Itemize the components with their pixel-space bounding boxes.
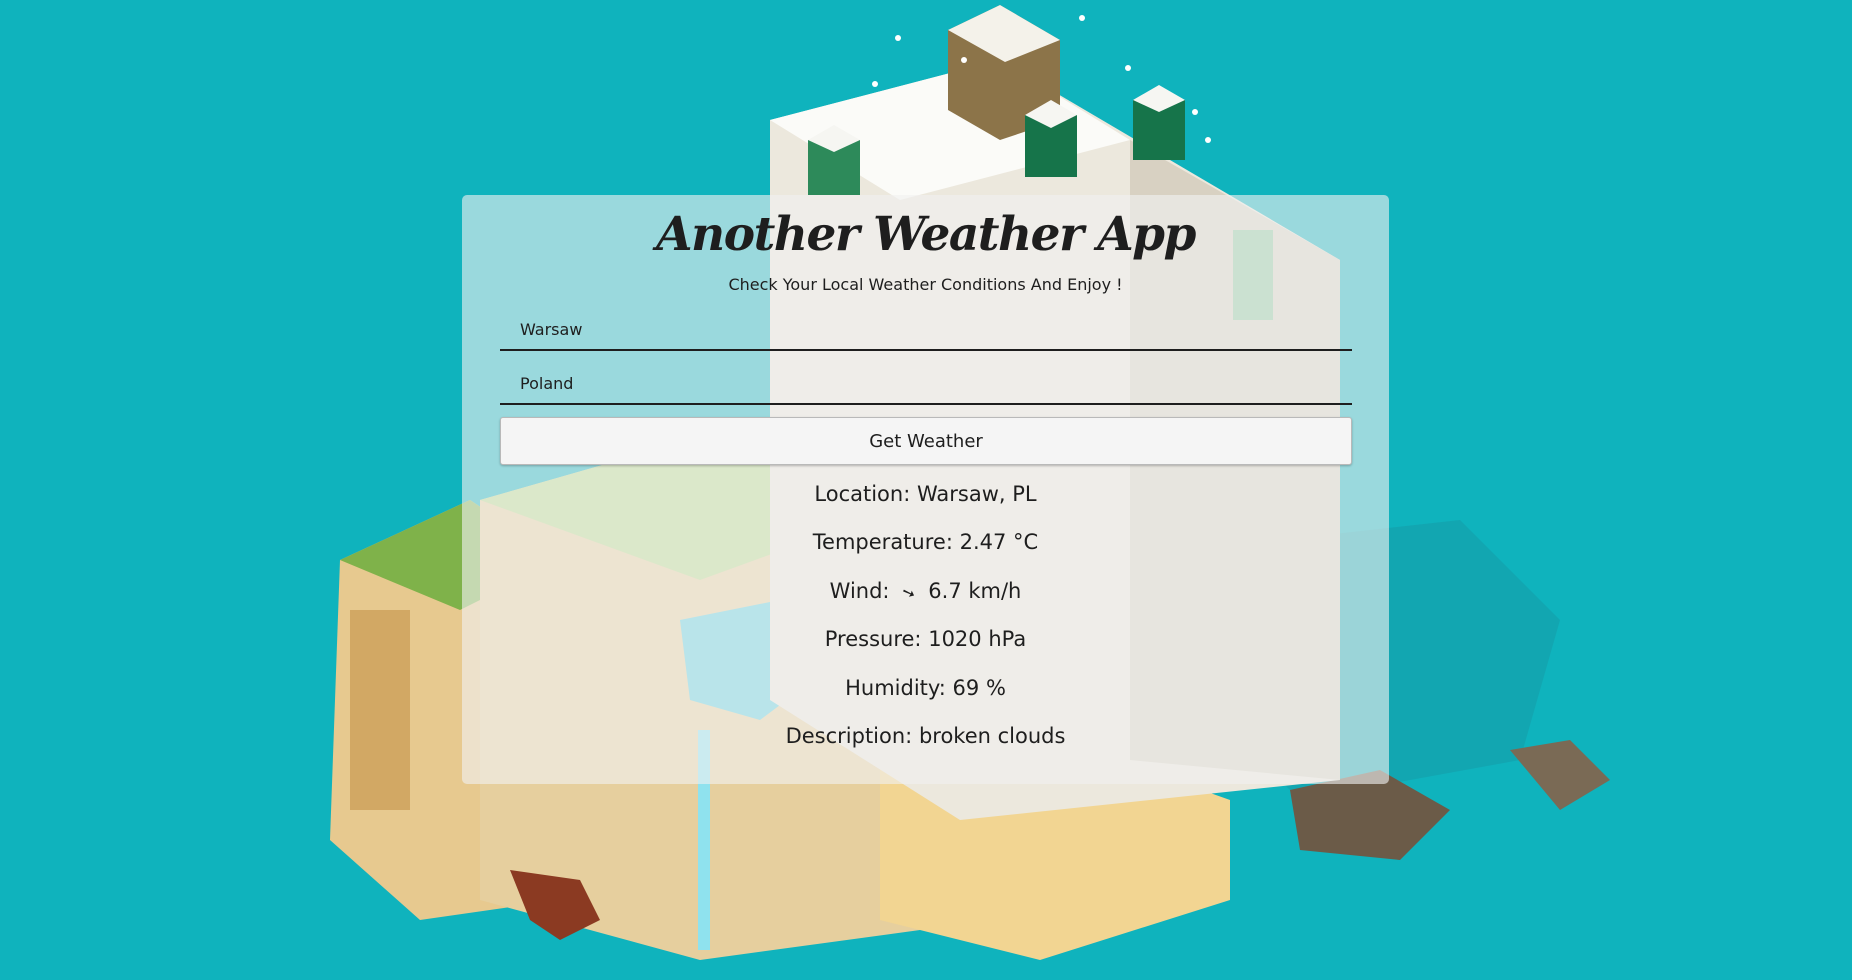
pressure-value: 1020 hPa: [928, 627, 1027, 652]
weather-results: Location: Warsaw, PL Temperature: 2.47 °…: [462, 480, 1389, 770]
city-input[interactable]: [500, 309, 1352, 351]
wind-value: 6.7 km/h: [928, 578, 1022, 603]
location-label: Location:: [814, 482, 911, 506]
wind-direction-arrow-icon: ➘: [899, 581, 919, 604]
description-label: Description:: [785, 723, 913, 748]
app-title: Another Weather App: [656, 207, 1196, 262]
get-weather-button[interactable]: Get Weather: [500, 417, 1352, 465]
app-subtitle: Check Your Local Weather Conditions And …: [728, 275, 1123, 294]
humidity-line: Humidity: 69 %: [462, 674, 1389, 722]
pressure-label: Pressure:: [824, 627, 922, 652]
location-value: Warsaw, PL: [916, 482, 1037, 506]
temperature-line: Temperature: 2.47 °C: [462, 528, 1389, 576]
description-value: broken clouds: [918, 723, 1066, 748]
pressure-line: Pressure: 1020 hPa: [462, 625, 1389, 673]
wind-line: Wind: ➘ 6.7 km/h: [462, 577, 1389, 625]
temperature-label: Temperature:: [812, 530, 953, 555]
weather-card: Another Weather App Check Your Local Wea…: [462, 195, 1389, 784]
humidity-label: Humidity:: [845, 675, 946, 700]
wind-label: Wind:: [829, 578, 890, 603]
country-input[interactable]: [500, 363, 1352, 405]
location-line: Location: Warsaw, PL: [462, 480, 1389, 528]
humidity-value: 69 %: [952, 675, 1006, 700]
description-line: Description: broken clouds: [462, 722, 1389, 770]
temperature-value: 2.47 °C: [959, 530, 1039, 555]
